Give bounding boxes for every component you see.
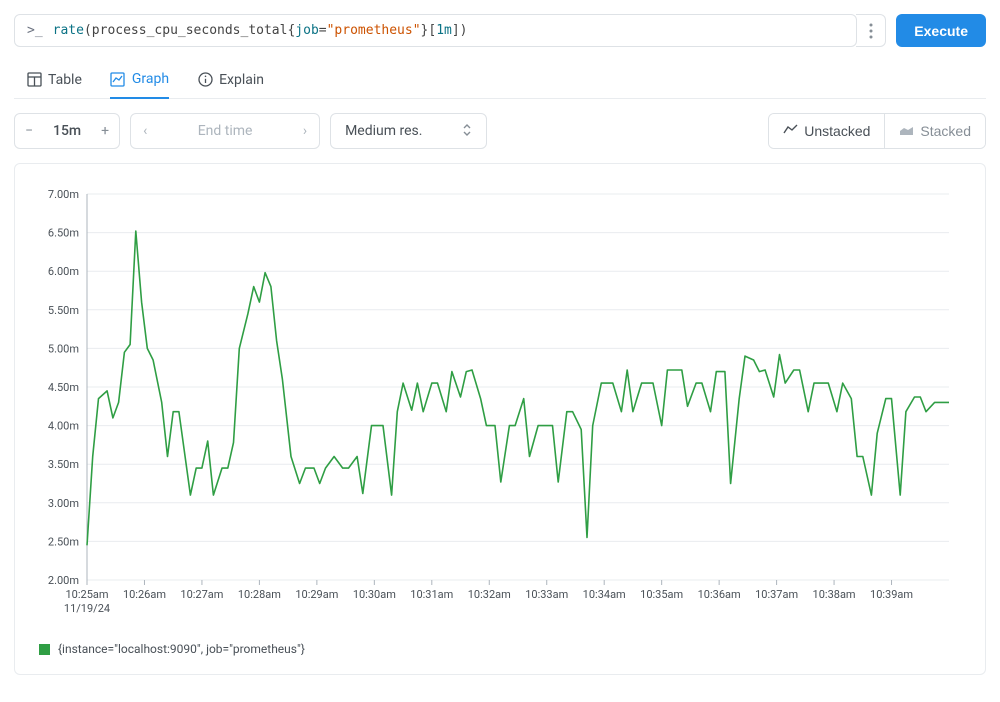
svg-text:10:32am: 10:32am (468, 588, 511, 601)
execute-button[interactable]: Execute (896, 14, 986, 47)
select-icon (462, 123, 472, 139)
svg-text:10:36am: 10:36am (698, 588, 741, 601)
legend-label: {instance="localhost:9090", job="prometh… (58, 642, 305, 656)
svg-text:10:35am: 10:35am (640, 588, 683, 601)
view-tabs: Table Graph Explain (14, 57, 986, 99)
stacked-button[interactable]: Stacked (884, 114, 985, 148)
prompt-icon: >_ (27, 23, 43, 38)
tab-graph[interactable]: Graph (110, 71, 169, 99)
svg-text:10:38am: 10:38am (813, 588, 856, 601)
time-range-stepper: − 15m + (14, 113, 120, 149)
tab-label: Graph (132, 71, 169, 87)
range-decrease-button[interactable]: − (15, 114, 43, 148)
toggle-label: Unstacked (804, 123, 870, 139)
svg-text:2.50m: 2.50m (48, 535, 79, 548)
svg-text:3.00m: 3.00m (48, 497, 79, 510)
legend-swatch (39, 644, 50, 655)
stacked-icon (899, 123, 914, 139)
svg-text:10:39am: 10:39am (870, 588, 913, 601)
svg-text:10:31am: 10:31am (410, 588, 453, 601)
end-time-placeholder: End time (198, 123, 253, 139)
svg-text:4.00m: 4.00m (48, 420, 79, 433)
query-input[interactable]: >_ rate(process_cpu_seconds_total{job="p… (14, 14, 857, 47)
svg-text:10:29am: 10:29am (295, 588, 338, 601)
svg-text:4.50m: 4.50m (48, 381, 79, 394)
svg-text:11/19/24: 11/19/24 (64, 602, 110, 615)
resolution-select[interactable]: Medium res. (330, 113, 487, 149)
legend[interactable]: {instance="localhost:9090", job="prometh… (39, 642, 961, 656)
chevron-right-icon: › (303, 123, 307, 139)
table-icon (26, 72, 42, 88)
svg-text:3.50m: 3.50m (48, 458, 79, 471)
svg-text:10:33am: 10:33am (525, 588, 568, 601)
end-time-picker[interactable]: ‹ End time › (130, 113, 320, 149)
svg-text:10:25am: 10:25am (65, 588, 108, 601)
svg-text:5.50m: 5.50m (48, 304, 79, 317)
line-chart: 2.00m 2.50m 3.00m 3.50m 4.00m 4.50m 5.00m 5.50m… (39, 184, 959, 624)
svg-text:5.00m: 5.00m (48, 342, 79, 355)
graph-icon (110, 71, 126, 87)
svg-text:10:26am: 10:26am (123, 588, 166, 601)
tab-label: Table (48, 72, 82, 88)
svg-text:6.50m: 6.50m (48, 227, 79, 240)
tab-explain[interactable]: Explain (197, 71, 264, 98)
tab-label: Explain (219, 72, 264, 88)
toggle-label: Stacked (920, 123, 971, 139)
stack-toggle: Unstacked Stacked (768, 113, 986, 149)
svg-text:10:30am: 10:30am (353, 588, 396, 601)
unstacked-button[interactable]: Unstacked (769, 114, 884, 148)
svg-text:7.00m: 7.00m (48, 188, 79, 201)
chevron-left-icon: ‹ (143, 123, 147, 139)
svg-text:10:28am: 10:28am (238, 588, 281, 601)
svg-text:2.00m: 2.00m (48, 574, 79, 587)
tab-table[interactable]: Table (26, 71, 82, 98)
range-value: 15m (43, 114, 91, 148)
svg-text:6.00m: 6.00m (48, 265, 79, 278)
resolution-value: Medium res. (345, 123, 422, 139)
query-text: rate(process_cpu_seconds_total{job="prom… (53, 23, 468, 38)
svg-text:10:27am: 10:27am (180, 588, 223, 601)
svg-text:10:34am: 10:34am (583, 588, 626, 601)
chart-panel: 2.00m 2.50m 3.00m 3.50m 4.00m 4.50m 5.00m 5.50m… (14, 163, 986, 675)
query-more-menu[interactable] (856, 14, 886, 47)
unstacked-icon (783, 123, 798, 139)
range-increase-button[interactable]: + (91, 114, 119, 148)
info-icon (197, 72, 213, 88)
svg-text:10:37am: 10:37am (755, 588, 798, 601)
